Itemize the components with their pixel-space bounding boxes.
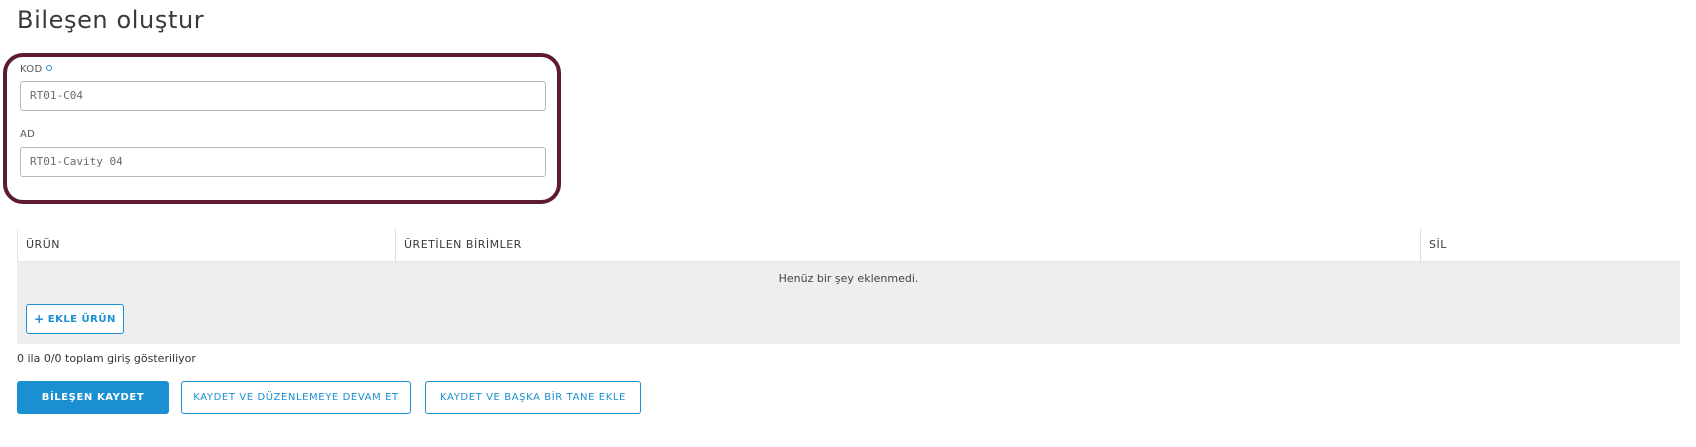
- name-input[interactable]: RT01-Cavity 04: [20, 147, 546, 177]
- save-component-button[interactable]: BİLEŞEN KAYDET: [17, 381, 169, 414]
- required-dot-icon: [46, 65, 53, 71]
- column-header-delete: SİL: [1429, 238, 1447, 251]
- save-and-continue-editing-button[interactable]: KAYDET VE DÜZENLEMEYE DEVAM ET: [181, 381, 411, 414]
- products-table: ÜRÜN ÜRETİLEN BİRİMLER SİL Henüz bir şey…: [17, 229, 1680, 344]
- code-field-label: KOD: [20, 64, 43, 75]
- save-and-add-another-button[interactable]: KAYDET VE BAŞKA BİR TANE EKLE: [425, 381, 641, 414]
- code-input[interactable]: RT01-C04: [20, 81, 546, 111]
- empty-table-message: Henüz bir şey eklenmedi.: [778, 272, 919, 285]
- component-form: KOD RT01-C04 AD RT01-Cavity 04: [3, 53, 561, 204]
- column-header-units-produced: ÜRETİLEN BİRİMLER: [396, 229, 1421, 261]
- code-field-label-wrap: KOD: [20, 64, 53, 75]
- table-body: Henüz bir şey eklenmedi. + EKLE ÜRÜN: [17, 262, 1680, 344]
- name-field-label: AD: [20, 129, 36, 140]
- column-header-product: ÜRÜN: [17, 229, 396, 261]
- page-title: Bileşen oluştur: [17, 6, 205, 34]
- plus-icon: +: [34, 312, 45, 326]
- add-product-button[interactable]: + EKLE ÜRÜN: [26, 304, 124, 334]
- entries-info: 0 ila 0/0 toplam giriş gösteriliyor: [17, 352, 196, 365]
- add-product-label: EKLE ÜRÜN: [47, 313, 116, 325]
- table-header: ÜRÜN ÜRETİLEN BİRİMLER SİL: [17, 229, 1680, 262]
